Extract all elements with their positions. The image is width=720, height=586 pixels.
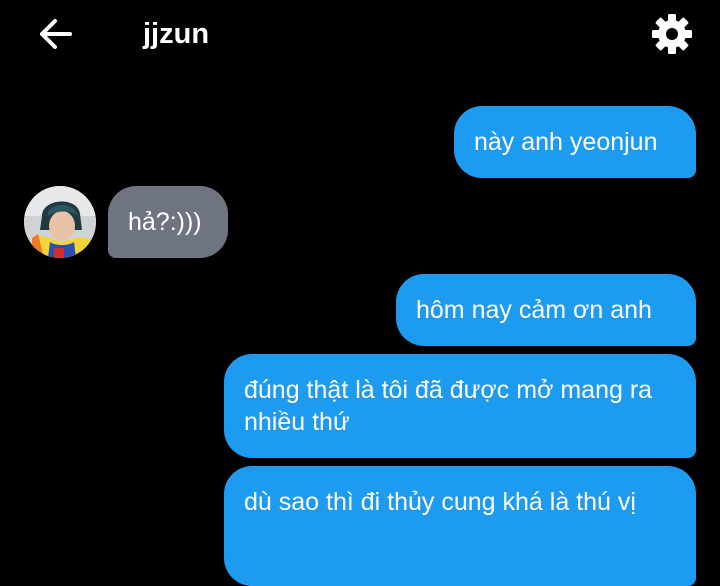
message-text: đúng thật là tôi đã được mở mang ra nhiề… bbox=[244, 376, 653, 436]
gear-icon bbox=[652, 14, 692, 54]
message-text: dù sao thì đi thủy cung khá là thú vị bbox=[244, 488, 636, 516]
message-bubble-outgoing[interactable]: dù sao thì đi thủy cung khá là thú vị bbox=[224, 466, 696, 586]
chat-header: jjzun bbox=[0, 0, 720, 70]
conversation-title: jjzun bbox=[143, 18, 210, 50]
message-text: này anh yeonjun bbox=[474, 128, 658, 156]
message-bubble-incoming[interactable]: hả?:))) bbox=[108, 186, 228, 258]
avatar[interactable] bbox=[24, 186, 96, 258]
message-text: hả?:))) bbox=[128, 208, 202, 236]
message-bubble-outgoing[interactable]: đúng thật là tôi đã được mở mang ra nhiề… bbox=[224, 354, 696, 458]
arrow-left-icon bbox=[40, 19, 72, 49]
settings-button[interactable] bbox=[650, 12, 694, 56]
back-button[interactable] bbox=[34, 14, 78, 54]
avatar-photo bbox=[24, 186, 96, 258]
message-bubble-outgoing[interactable]: hôm nay cảm ơn anh bbox=[396, 274, 696, 346]
message-text: hôm nay cảm ơn anh bbox=[416, 296, 652, 324]
message-bubble-outgoing[interactable]: này anh yeonjun bbox=[454, 106, 696, 178]
